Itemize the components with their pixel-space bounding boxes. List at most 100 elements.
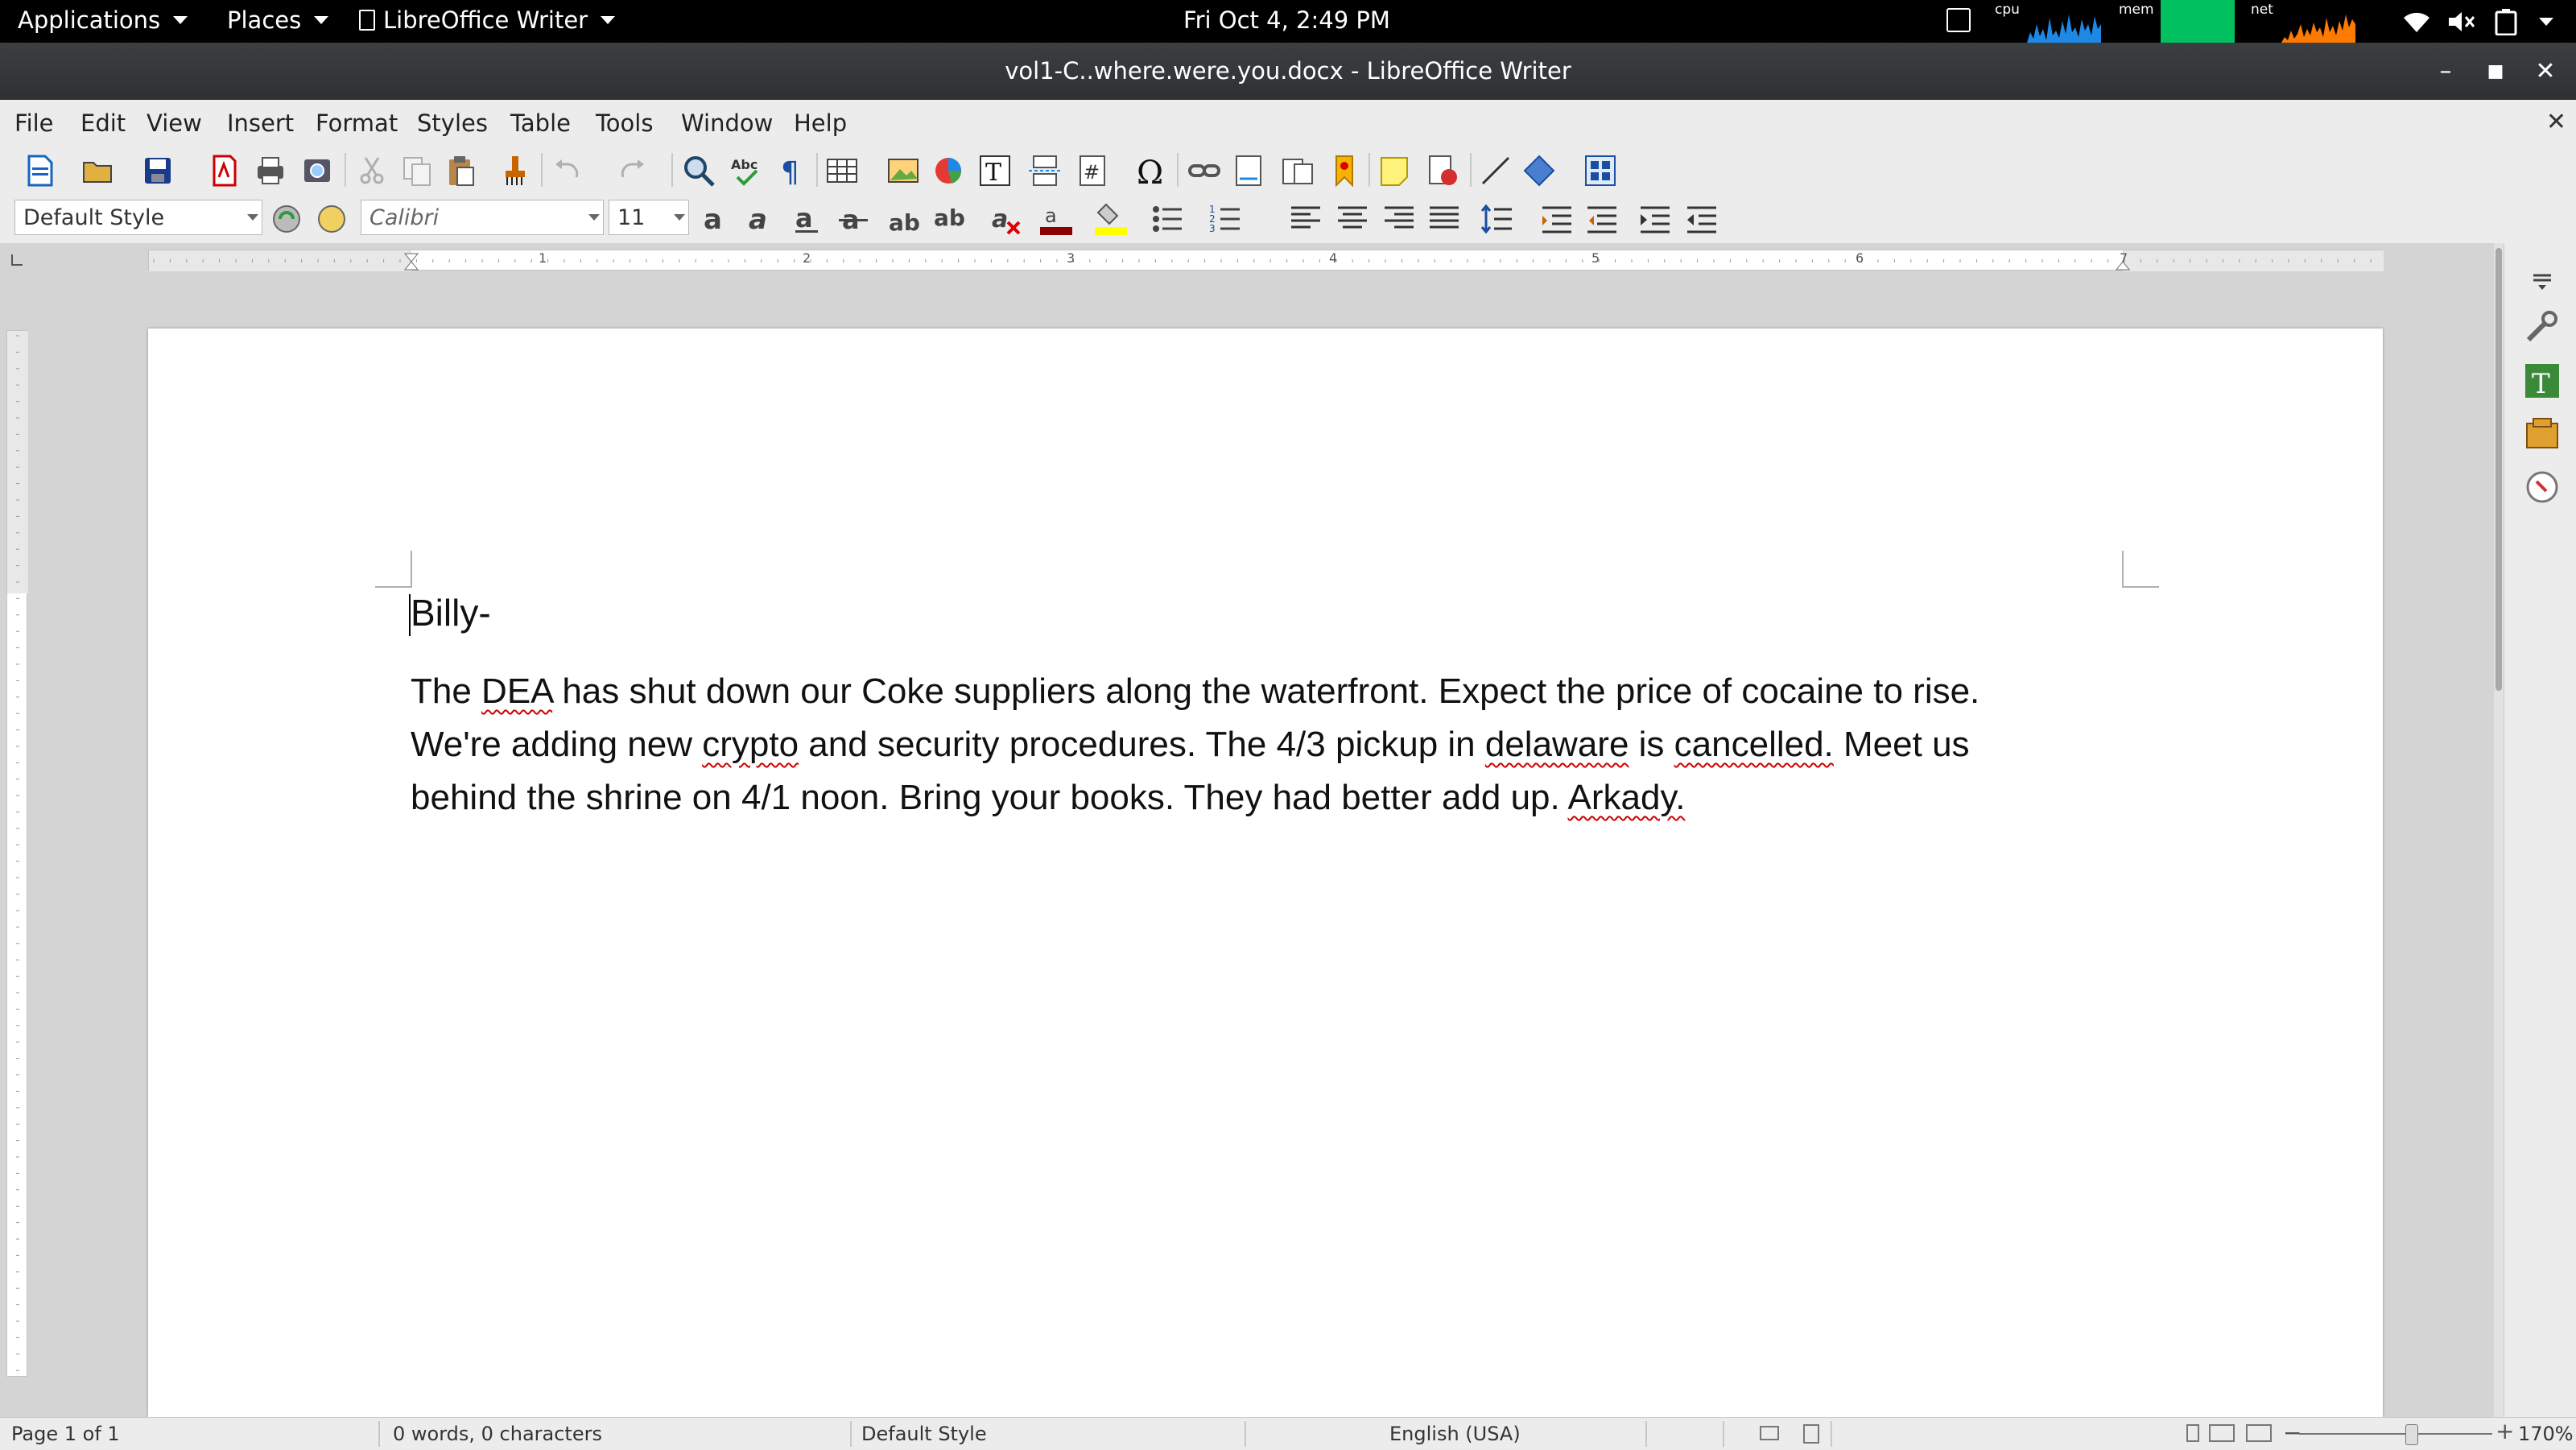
horizontal-ruler[interactable]: 1 2 3 4 5 6 7 — [148, 250, 2384, 271]
misspelled-word[interactable]: cancelled. — [1674, 725, 1834, 764]
sidebar-menu-icon[interactable] — [2522, 261, 2562, 301]
bulleted-list-icon[interactable] — [1150, 201, 1185, 237]
insert-image-icon[interactable] — [886, 153, 921, 188]
paste-icon[interactable] — [443, 153, 478, 188]
line-spacing-icon[interactable] — [1480, 201, 1515, 237]
menu-styles[interactable]: Styles — [417, 109, 488, 137]
save-icon[interactable] — [140, 153, 175, 188]
insert-hyperlink-icon[interactable] — [1187, 153, 1222, 188]
update-style-icon[interactable] — [269, 201, 304, 237]
insert-bookmark-icon[interactable] — [1327, 153, 1362, 188]
misspelled-word[interactable]: delaware — [1485, 725, 1629, 764]
tab-stop-icon[interactable] — [11, 254, 23, 266]
document-heading[interactable]: Billy- — [411, 591, 491, 634]
decrease-indent-icon[interactable] — [1684, 201, 1719, 237]
single-page-view-icon[interactable] — [2186, 1424, 2199, 1442]
menu-file[interactable]: File — [14, 109, 54, 137]
clock[interactable]: Fri Oct 4, 2:49 PM — [1183, 6, 1390, 34]
zoom-in-icon[interactable]: + — [2496, 1418, 2514, 1444]
insert-endnote-icon[interactable] — [1280, 153, 1315, 188]
wifi-icon[interactable] — [2402, 10, 2431, 34]
print-icon[interactable] — [253, 153, 288, 188]
menu-window[interactable]: Window — [681, 109, 773, 137]
close-window-button[interactable]: ✕ — [2529, 56, 2562, 88]
font-size-combo[interactable]: 11 — [609, 200, 689, 235]
new-document-icon[interactable] — [23, 153, 58, 188]
open-folder-icon[interactable] — [80, 153, 116, 188]
justify-icon[interactable] — [1426, 201, 1462, 237]
track-changes-icon[interactable] — [1425, 153, 1460, 188]
menu-tools[interactable]: Tools — [596, 109, 653, 137]
bold-icon[interactable]: a — [697, 201, 733, 237]
places-menu[interactable]: Places — [227, 6, 329, 34]
superscript-icon[interactable]: ab — [887, 201, 923, 237]
strikethrough-icon[interactable]: a — [836, 201, 871, 237]
menu-edit[interactable]: Edit — [80, 109, 126, 137]
styles-icon[interactable]: T — [2522, 361, 2562, 401]
page-count[interactable]: Page 1 of 1 — [11, 1423, 120, 1445]
text-language[interactable]: English (USA) — [1389, 1423, 1521, 1445]
align-left-icon[interactable] — [1288, 201, 1323, 237]
page-style[interactable]: Default Style — [861, 1423, 987, 1445]
spelling-icon[interactable]: Abc — [729, 153, 765, 188]
find-replace-icon[interactable] — [681, 153, 716, 188]
menu-insert[interactable]: Insert — [227, 109, 294, 137]
vertical-ruler[interactable] — [6, 330, 28, 1377]
zoom-slider[interactable] — [2299, 1433, 2492, 1435]
draw-functions-icon[interactable] — [1583, 153, 1618, 188]
chevron-down-icon[interactable] — [2539, 18, 2553, 26]
insert-footnote-icon[interactable] — [1232, 153, 1267, 188]
font-color-icon[interactable]: a — [1038, 201, 1074, 237]
document-modified-icon[interactable] — [1803, 1424, 1819, 1444]
clone-formatting-icon[interactable] — [497, 153, 533, 188]
applications-menu[interactable]: Applications — [18, 6, 188, 34]
font-name-combo[interactable]: Calibri — [361, 200, 604, 235]
close-document-icon[interactable]: ✕ — [2546, 108, 2566, 136]
special-character-icon[interactable]: Ω — [1133, 153, 1169, 188]
misspelled-word[interactable]: Arkady. — [1568, 778, 1686, 817]
basic-shapes-icon[interactable] — [1521, 153, 1557, 188]
menu-table[interactable]: Table — [510, 109, 571, 137]
menu-view[interactable]: View — [147, 109, 202, 137]
print-preview-icon[interactable] — [299, 153, 335, 188]
insert-table-icon[interactable] — [824, 153, 860, 188]
properties-wrench-icon[interactable] — [2522, 308, 2562, 348]
cut-icon[interactable] — [354, 153, 390, 188]
word-count[interactable]: 0 words, 0 characters — [393, 1423, 602, 1445]
insert-field-icon[interactable]: # — [1075, 153, 1111, 188]
misspelled-word[interactable]: DEA — [481, 671, 552, 711]
zoom-level[interactable]: 170% — [2518, 1423, 2574, 1445]
minimize-button[interactable]: – — [2429, 56, 2462, 88]
multi-page-view-icon[interactable] — [2209, 1424, 2235, 1442]
italic-icon[interactable]: a — [742, 201, 778, 237]
clear-formatting-icon[interactable]: a — [989, 201, 1024, 237]
zoom-slider-handle[interactable] — [2405, 1424, 2418, 1445]
navigator-compass-icon[interactable] — [2522, 467, 2562, 507]
insert-page-break-icon[interactable] — [1027, 153, 1063, 188]
document-page[interactable]: Billy- The DEA has shut down our Coke su… — [148, 328, 2383, 1417]
menu-format[interactable]: Format — [316, 109, 398, 137]
redo-icon[interactable] — [612, 153, 647, 188]
insert-line-icon[interactable] — [1478, 153, 1513, 188]
maximize-button[interactable]: ■ — [2479, 56, 2512, 88]
numbered-list-icon[interactable]: 123 — [1208, 201, 1243, 237]
insert-text-box-icon[interactable]: T — [977, 153, 1013, 188]
misspelled-word[interactable]: crypto — [702, 725, 799, 764]
subscript-icon[interactable]: ab — [932, 201, 968, 237]
underline-icon[interactable]: a — [789, 201, 824, 237]
highlight-color-icon[interactable] — [1093, 201, 1129, 237]
undo-icon[interactable] — [552, 153, 588, 188]
volume-muted-icon[interactable] — [2447, 10, 2476, 34]
app-menu[interactable]: LibreOffice Writer — [359, 6, 616, 34]
scrollbar-thumb[interactable] — [2496, 248, 2502, 691]
formatting-marks-icon[interactable]: ¶ — [774, 153, 810, 188]
copy-icon[interactable] — [399, 153, 435, 188]
paragraph-style-combo[interactable]: Default Style — [14, 200, 262, 235]
increase-paragraph-spacing-icon[interactable] — [1539, 201, 1575, 237]
book-view-icon[interactable] — [2246, 1424, 2272, 1442]
menu-help[interactable]: Help — [794, 109, 847, 137]
export-pdf-icon[interactable] — [206, 153, 242, 188]
battery-icon[interactable] — [2494, 8, 2518, 35]
gallery-icon[interactable] — [2522, 414, 2562, 454]
new-style-icon[interactable] — [314, 201, 349, 237]
